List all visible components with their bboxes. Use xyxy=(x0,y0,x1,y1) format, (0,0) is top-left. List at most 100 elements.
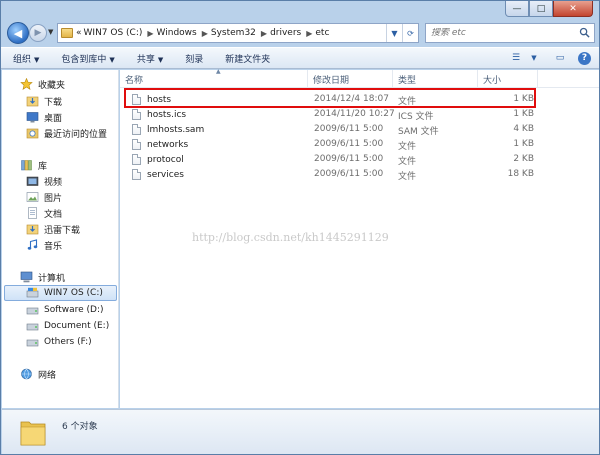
column-header-modified[interactable]: 修改日期 xyxy=(308,70,393,88)
download-folder-icon xyxy=(26,96,39,107)
file-type: 文件 xyxy=(398,97,417,107)
file-list-pane: 名称 ▲ 修改日期 类型 大小 hosts 2014/12/4 18:07 文件… xyxy=(120,68,599,408)
breadcrumb-windows[interactable]: Windows xyxy=(157,28,197,38)
nav-drive-f-label: Others (F:) xyxy=(44,337,92,347)
share-menu[interactable]: 共享 ▼ xyxy=(137,52,163,65)
back-button[interactable]: ◀ xyxy=(7,22,29,44)
close-button[interactable]: ✕ xyxy=(553,1,593,17)
file-row-services[interactable]: services 2009/6/11 5:00 文件 18 KB xyxy=(124,168,594,183)
maximize-button[interactable]: □ xyxy=(529,1,553,17)
nav-recent-places[interactable]: 最近访问的位置 xyxy=(26,125,107,141)
breadcrumb-separator-icon[interactable]: ▶ xyxy=(261,29,267,38)
navigation-bar: ◀ ▶ ▼ « WIN7 OS (C:) ▶ Windows ▶ System3… xyxy=(1,21,599,45)
chevron-down-icon: ▼ xyxy=(157,55,164,64)
nav-network[interactable]: 网络 xyxy=(20,366,56,382)
navigation-pane: 收藏夹 下载 桌面 最近访问的位置 库 视频 图片 文档 迅雷下载 音乐 计算机… xyxy=(2,70,119,408)
file-modified: 2009/6/11 5:00 xyxy=(314,154,384,164)
breadcrumb-system32[interactable]: System32 xyxy=(211,28,256,38)
nav-drive-c[interactable]: WIN7 OS (C:) xyxy=(4,285,117,301)
nav-pictures[interactable]: 图片 xyxy=(26,189,62,205)
breadcrumb-etc[interactable]: etc xyxy=(315,28,329,38)
nav-pictures-label: 图片 xyxy=(44,193,63,204)
search-icon[interactable] xyxy=(579,27,590,38)
file-icon xyxy=(132,169,141,180)
nav-computer[interactable]: 计算机 xyxy=(20,269,65,285)
file-modified: 2009/6/11 5:00 xyxy=(314,124,384,134)
nav-music[interactable]: 音乐 xyxy=(26,237,62,253)
recent-places-icon xyxy=(26,128,39,139)
breadcrumb-drive-c[interactable]: WIN7 OS (C:) xyxy=(84,28,143,38)
nav-drive-e-label: Document (E:) xyxy=(44,321,110,331)
nav-libraries[interactable]: 库 xyxy=(20,157,47,173)
column-header-type[interactable]: 类型 xyxy=(393,70,478,88)
nav-desktop[interactable]: 桌面 xyxy=(26,109,62,125)
file-row-hosts-ics[interactable]: hosts.ics 2014/11/20 10:27 ICS 文件 1 KB xyxy=(124,108,594,123)
view-options-icon[interactable]: ☰ xyxy=(508,51,524,65)
breadcrumb-separator-icon[interactable]: ▶ xyxy=(202,29,208,38)
file-type: 文件 xyxy=(398,157,417,167)
preview-pane-icon[interactable]: ▭ xyxy=(552,51,568,65)
file-name: networks xyxy=(132,139,188,150)
file-row-protocol[interactable]: protocol 2009/6/11 5:00 文件 2 KB xyxy=(124,153,594,168)
nav-downloads-label: 下载 xyxy=(44,97,63,108)
video-icon xyxy=(26,176,39,186)
music-icon xyxy=(27,239,38,250)
breadcrumb-separator-icon[interactable]: ▶ xyxy=(147,29,153,38)
nav-thunder-downloads[interactable]: 迅雷下载 xyxy=(26,221,80,237)
file-row-networks[interactable]: networks 2009/6/11 5:00 文件 1 KB xyxy=(124,138,594,153)
file-row-hosts[interactable]: hosts 2014/12/4 18:07 文件 1 KB xyxy=(124,93,594,108)
column-header-size[interactable]: 大小 xyxy=(478,70,538,88)
nav-drive-e[interactable]: Document (E:) xyxy=(26,318,109,334)
address-dropdown-button[interactable]: ▼ xyxy=(386,24,402,42)
forward-button[interactable]: ▶ xyxy=(29,24,47,42)
file-modified: 2009/6/11 5:00 xyxy=(314,169,384,179)
nav-favorites-label: 收藏夹 xyxy=(38,80,66,91)
desktop-icon xyxy=(26,112,39,123)
nav-videos[interactable]: 视频 xyxy=(26,173,62,189)
file-icon xyxy=(132,154,141,165)
help-icon[interactable]: ? xyxy=(578,51,591,65)
nav-desktop-label: 桌面 xyxy=(44,113,63,124)
nav-drive-c-label: WIN7 OS (C:) xyxy=(44,288,103,298)
nav-drive-f[interactable]: Others (F:) xyxy=(26,334,92,350)
nav-documents[interactable]: 文档 xyxy=(26,205,62,221)
file-size: 18 KB xyxy=(507,169,534,179)
command-bar: 组织 ▼ 包含到库中 ▼ 共享 ▼ 刻录 新建文件夹 ☰ ▼ ▭ ? xyxy=(1,47,599,69)
system-drive-icon xyxy=(26,287,39,298)
column-header-name-label: 名称 xyxy=(125,75,144,86)
refresh-button[interactable]: ⟳ xyxy=(402,24,418,42)
nav-downloads[interactable]: 下载 xyxy=(26,93,62,109)
nav-recent-places-label: 最近访问的位置 xyxy=(44,129,108,140)
search-input[interactable] xyxy=(431,28,571,38)
details-pane: 6 个对象 xyxy=(2,409,599,454)
breadcrumb-overflow[interactable]: « xyxy=(76,28,82,38)
chevron-down-icon: ▼ xyxy=(34,55,40,64)
file-modified: 2014/12/4 18:07 xyxy=(314,94,389,104)
file-icon xyxy=(132,139,141,150)
file-size: 1 KB xyxy=(513,139,534,149)
nav-videos-label: 视频 xyxy=(44,177,63,188)
file-icon xyxy=(132,109,141,120)
chevron-down-icon: ▼ xyxy=(109,55,115,64)
folder-icon xyxy=(61,28,73,38)
file-type: ICS 文件 xyxy=(398,112,434,122)
include-in-library-menu[interactable]: 包含到库中 ▼ xyxy=(61,52,114,65)
address-bar[interactable]: « WIN7 OS (C:) ▶ Windows ▶ System32 ▶ dr… xyxy=(57,23,419,43)
search-box[interactable] xyxy=(425,23,595,43)
nav-favorites[interactable]: 收藏夹 xyxy=(20,76,65,92)
column-header-name[interactable]: 名称 ▲ xyxy=(120,68,308,88)
breadcrumb-separator-icon[interactable]: ▶ xyxy=(306,29,312,38)
minimize-button[interactable]: — xyxy=(505,1,529,17)
file-row-lmhosts-sam[interactable]: lmhosts.sam 2009/6/11 5:00 SAM 文件 4 KB xyxy=(124,123,594,138)
burn-button[interactable]: 刻录 xyxy=(185,52,203,65)
view-dropdown-icon[interactable]: ▼ xyxy=(526,51,542,65)
recent-pages-dropdown[interactable]: ▼ xyxy=(48,28,53,36)
nav-documents-label: 文档 xyxy=(44,209,63,220)
file-name: hosts.ics xyxy=(132,109,186,120)
nav-music-label: 音乐 xyxy=(44,241,63,252)
breadcrumb-drivers[interactable]: drivers xyxy=(270,28,301,38)
nav-drive-d[interactable]: Software (D:) xyxy=(26,302,104,318)
organize-menu[interactable]: 组织 ▼ xyxy=(13,52,39,65)
file-name: hosts xyxy=(132,94,171,105)
new-folder-button[interactable]: 新建文件夹 xyxy=(225,52,270,65)
